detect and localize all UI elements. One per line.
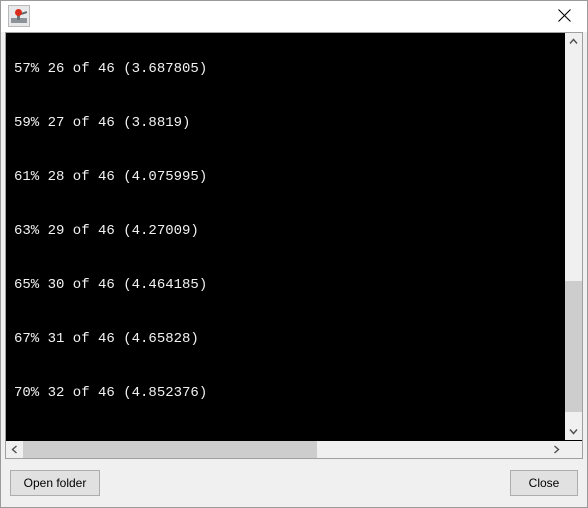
console-line: 70% 32 of 46 (4.852376) bbox=[14, 385, 208, 401]
vertical-scroll-track[interactable] bbox=[565, 50, 582, 423]
horizontal-scroll-track[interactable] bbox=[23, 441, 548, 458]
scroll-left-button[interactable] bbox=[6, 441, 23, 458]
chevron-up-icon bbox=[569, 38, 578, 44]
horizontal-scroll-thumb[interactable] bbox=[23, 441, 317, 458]
console-line: 59% 27 of 46 (3.8819) bbox=[14, 115, 191, 131]
scroll-down-button[interactable] bbox=[565, 423, 582, 440]
console-line: 72% 33 of 46 (5.04647) bbox=[14, 438, 564, 440]
console-line: 61% 28 of 46 (4.075995) bbox=[14, 169, 208, 185]
dialog-footer: Open folder Close bbox=[1, 459, 587, 507]
scroll-right-button[interactable] bbox=[548, 441, 565, 458]
close-window-button[interactable] bbox=[541, 1, 587, 30]
scrollbar-corner bbox=[565, 441, 582, 458]
scroll-up-button[interactable] bbox=[565, 33, 582, 50]
console-line: 63% 29 of 46 (4.27009) bbox=[14, 223, 199, 239]
console-panel: 57% 26 of 46 (3.687805) 59% 27 of 46 (3.… bbox=[5, 32, 583, 459]
console-output[interactable]: 57% 26 of 46 (3.687805) 59% 27 of 46 (3.… bbox=[6, 33, 564, 440]
vertical-scrollbar[interactable] bbox=[564, 33, 582, 440]
chevron-left-icon bbox=[11, 445, 17, 454]
console-line: 67% 31 of 46 (4.65828) bbox=[14, 331, 199, 347]
horizontal-scrollbar[interactable] bbox=[6, 440, 582, 458]
close-icon bbox=[557, 9, 571, 22]
console-line: 65% 30 of 46 (4.464185) bbox=[14, 277, 208, 293]
application-icon bbox=[8, 5, 30, 27]
open-folder-button[interactable]: Open folder bbox=[10, 470, 100, 496]
console-body: 57% 26 of 46 (3.687805) 59% 27 of 46 (3.… bbox=[6, 33, 582, 440]
title-bar bbox=[1, 1, 587, 32]
vertical-scroll-thumb[interactable] bbox=[565, 281, 582, 412]
close-button[interactable]: Close bbox=[510, 470, 578, 496]
chevron-right-icon bbox=[554, 445, 560, 454]
dialog-window: 57% 26 of 46 (3.687805) 59% 27 of 46 (3.… bbox=[0, 0, 588, 508]
console-line: 57% 26 of 46 (3.687805) bbox=[14, 61, 208, 77]
chevron-down-icon bbox=[569, 429, 578, 435]
